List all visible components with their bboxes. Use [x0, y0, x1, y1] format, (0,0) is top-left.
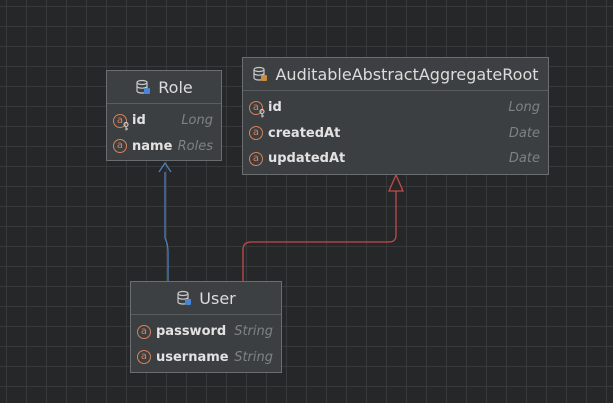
attribute-type: String	[234, 324, 273, 340]
inheritance-arrowhead	[388, 173, 404, 192]
database-entity-icon	[253, 66, 268, 81]
attribute-name: id	[132, 113, 146, 129]
attribute-row[interactable]: a username String	[131, 345, 281, 371]
attribute-row[interactable]: a updatedAt Date	[243, 146, 548, 172]
attribute-name: name	[132, 138, 173, 154]
attribute-name: password	[156, 324, 227, 340]
attribute-icon: a	[113, 139, 127, 154]
attribute-icon: a	[137, 350, 151, 365]
attribute-row[interactable]: a createdAt Date	[243, 121, 548, 147]
attribute-icon: a	[249, 126, 263, 141]
attribute-type: String	[234, 349, 273, 365]
attribute-icon: a	[249, 151, 263, 166]
entity-title: Role	[158, 77, 193, 97]
key-icon	[259, 108, 265, 118]
attribute-type: Date	[508, 151, 540, 167]
attribute-type: Date	[508, 125, 540, 141]
database-entity-icon	[136, 79, 151, 94]
entity-header: AuditableAbstractAggregateRoot	[243, 58, 548, 91]
entity-title: User	[199, 288, 236, 308]
attribute-name: username	[156, 349, 229, 365]
entity-auditable-abstract-aggregate-root[interactable]: AuditableAbstractAggregateRoot a id Long…	[242, 57, 549, 175]
attribute-name: id	[268, 100, 282, 116]
entity-header: Role	[107, 71, 221, 104]
association-arrowhead	[158, 161, 172, 173]
entity-attributes: a id Long a createdAt Date a updatedAt D…	[243, 91, 548, 172]
entity-user[interactable]: User a password String a username String	[130, 281, 282, 373]
attribute-icon: a	[113, 113, 129, 131]
attribute-row[interactable]: a id Long	[243, 95, 548, 121]
attribute-row[interactable]: a password String	[131, 319, 281, 345]
entity-title: AuditableAbstractAggregateRoot	[275, 64, 539, 84]
user-root-inheritance-line[interactable]	[242, 191, 397, 282]
attribute-name: createdAt	[268, 125, 341, 141]
attribute-row[interactable]: a name Roles	[107, 134, 221, 160]
attribute-row[interactable]: a id Long	[107, 108, 221, 134]
attribute-icon: a	[249, 100, 265, 118]
entity-attributes: a id Long a name Roles	[107, 104, 221, 159]
attribute-icon: a	[137, 324, 151, 339]
attribute-type: Long	[181, 113, 213, 129]
attribute-type: Long	[508, 100, 540, 116]
attribute-type: Roles	[177, 138, 213, 154]
entity-attributes: a password String a username String	[131, 315, 281, 370]
attribute-name: updatedAt	[268, 151, 346, 167]
entity-role[interactable]: Role a id Long a name Roles	[106, 70, 222, 161]
entity-header: User	[131, 282, 281, 315]
database-entity-icon	[177, 290, 192, 305]
user-role-association-line[interactable]	[164, 172, 169, 282]
key-icon	[123, 121, 129, 131]
